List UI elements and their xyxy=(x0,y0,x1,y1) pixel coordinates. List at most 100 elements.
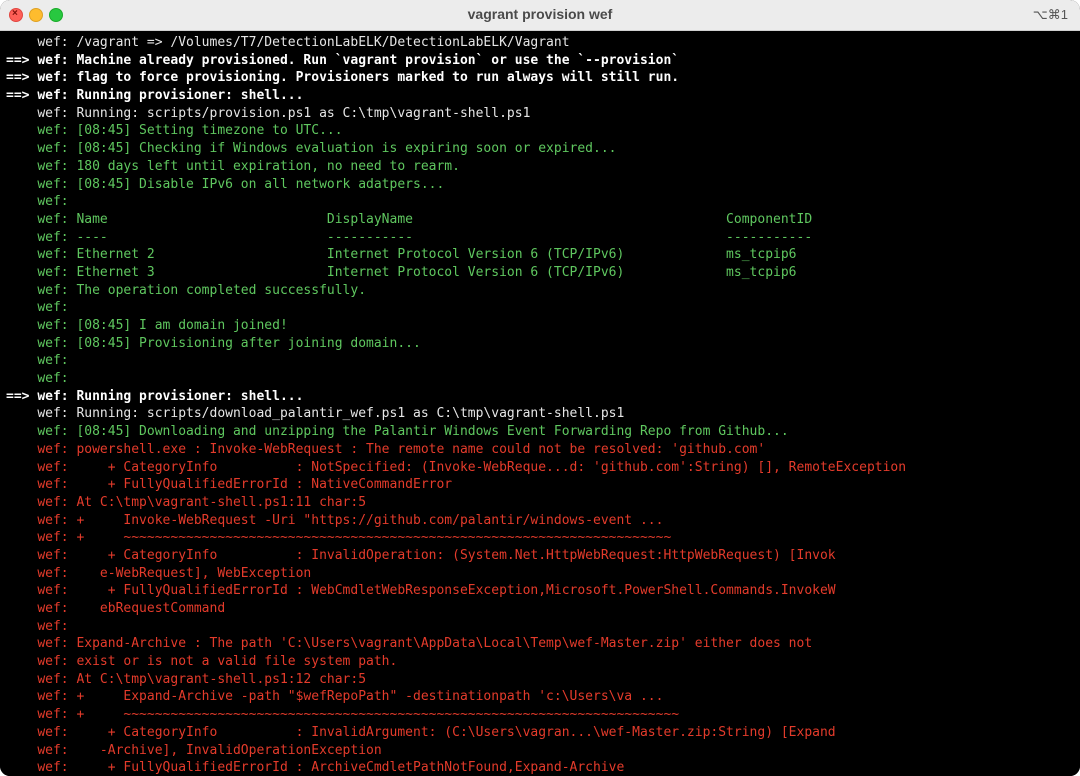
terminal-line: wef: ebRequestCommand xyxy=(6,600,1080,618)
line-text: wef: e-WebRequest], WebException xyxy=(37,565,312,581)
line-prefix xyxy=(6,513,37,528)
line-text: wef: Ethernet 3 Internet Protocol Versio… xyxy=(37,264,797,280)
terminal-line: wef: xyxy=(6,299,1080,317)
line-prefix xyxy=(6,743,37,758)
line-text: wef: /vagrant => /Volumes/T7/DetectionLa… xyxy=(37,35,570,50)
line-text: wef: ---- ----------- ----------- xyxy=(37,229,813,245)
terminal-line: ==> wef: Machine already provisioned. Ru… xyxy=(6,52,1080,70)
title-bar[interactable]: × vagrant provision wef ⌥⌘1 xyxy=(0,0,1080,31)
terminal-line: wef: exist or is not a valid file system… xyxy=(6,653,1080,671)
terminal-line: wef: powershell.exe : Invoke-WebRequest … xyxy=(6,441,1080,459)
line-text: wef: + FullyQualifiedErrorId : ArchiveCm… xyxy=(37,760,625,776)
terminal-line: wef: + FullyQualifiedErrorId : ArchiveCm… xyxy=(6,759,1080,776)
line-prefix xyxy=(6,583,37,598)
terminal-line: wef: Ethernet 3 Internet Protocol Versio… xyxy=(6,264,1080,282)
terminal-output[interactable]: wef: /vagrant => /Volumes/T7/DetectionLa… xyxy=(0,31,1080,776)
line-text: wef: Running: scripts/provision.ps1 as C… xyxy=(37,105,531,121)
line-prefix xyxy=(6,636,37,651)
terminal-line: wef: + CategoryInfo : InvalidArgument: (… xyxy=(6,724,1080,742)
line-text: wef: xyxy=(37,194,69,210)
line-prefix xyxy=(6,654,37,669)
terminal-line: wef: Running: scripts/provision.ps1 as C… xyxy=(6,105,1080,123)
line-text: wef: + CategoryInfo : InvalidArgument: (… xyxy=(37,724,836,740)
line-text: wef: exist or is not a valid file system… xyxy=(37,654,398,670)
line-prefix xyxy=(6,177,37,192)
terminal-line: wef: + CategoryInfo : InvalidOperation: … xyxy=(6,547,1080,565)
terminal-line: wef: + Expand-Archive -path "$wefRepoPat… xyxy=(6,688,1080,706)
terminal-line: wef: + CategoryInfo : NotSpecified: (Inv… xyxy=(6,459,1080,477)
line-text: wef: Running: scripts/download_palantir_… xyxy=(37,406,625,422)
line-prefix xyxy=(6,477,37,492)
line-prefix xyxy=(6,672,37,687)
terminal-line: wef: [08:45] Checking if Windows evaluat… xyxy=(6,140,1080,158)
terminal-line: wef: -Archive], InvalidOperationExceptio… xyxy=(6,742,1080,760)
terminal-window: × vagrant provision wef ⌥⌘1 wef: /vagran… xyxy=(0,0,1080,776)
terminal-line: wef: Name DisplayName ComponentID xyxy=(6,211,1080,229)
line-text: wef: xyxy=(37,371,69,387)
line-prefix xyxy=(6,548,37,563)
terminal-line: wef: 180 days left until expiration, no … xyxy=(6,158,1080,176)
line-prefix xyxy=(6,318,37,333)
terminal-line: wef: xyxy=(6,618,1080,636)
line-prefix xyxy=(6,707,37,722)
line-text: wef: xyxy=(37,618,69,634)
line-text: wef: + ~~~~~~~~~~~~~~~~~~~~~~~~~~~~~~~~~… xyxy=(37,530,672,546)
line-prefix xyxy=(6,495,37,510)
line-prefix xyxy=(6,194,37,209)
line-text: wef: + CategoryInfo : NotSpecified: (Inv… xyxy=(37,459,907,475)
line-prefix xyxy=(6,371,37,386)
terminal-line: wef: + ~~~~~~~~~~~~~~~~~~~~~~~~~~~~~~~~~… xyxy=(6,529,1080,547)
line-prefix: ==> xyxy=(6,388,38,404)
line-text: wef: [08:45] I am domain joined! xyxy=(37,318,288,333)
line-prefix: ==> xyxy=(6,70,38,86)
terminal-line: wef: + ~~~~~~~~~~~~~~~~~~~~~~~~~~~~~~~~~… xyxy=(6,706,1080,724)
line-text: wef: Running provisioner: shell... xyxy=(37,388,304,404)
terminal-line: wef: e-WebRequest], WebException xyxy=(6,565,1080,583)
line-prefix xyxy=(6,300,37,315)
line-prefix xyxy=(6,460,37,475)
line-prefix xyxy=(6,212,37,227)
line-text: wef: + Expand-Archive -path "$wefRepoPat… xyxy=(37,689,664,705)
line-prefix xyxy=(6,247,37,262)
terminal-line: ==> wef: Running provisioner: shell... xyxy=(6,388,1080,406)
line-text: wef: ebRequestCommand xyxy=(37,601,226,616)
line-prefix xyxy=(6,566,37,581)
line-prefix xyxy=(6,336,37,351)
line-text: wef: + FullyQualifiedErrorId : WebCmdlet… xyxy=(37,583,836,599)
line-text: wef: [08:45] Provisioning after joining … xyxy=(37,335,421,351)
line-text: wef: [08:45] Checking if Windows evaluat… xyxy=(37,141,617,157)
line-prefix xyxy=(6,689,37,704)
line-prefix xyxy=(6,159,37,174)
line-text: wef: powershell.exe : Invoke-WebRequest … xyxy=(37,441,766,457)
line-prefix xyxy=(6,424,37,439)
line-prefix: ==> xyxy=(6,52,38,68)
terminal-line: wef: [08:45] I am domain joined! xyxy=(6,317,1080,335)
line-text: wef: Running provisioner: shell... xyxy=(37,88,304,104)
line-prefix xyxy=(6,35,37,50)
line-text: wef: The operation completed successfull… xyxy=(37,282,367,298)
terminal-line: wef: /vagrant => /Volumes/T7/DetectionLa… xyxy=(6,34,1080,52)
terminal-line: wef: xyxy=(6,352,1080,370)
terminal-line: wef: xyxy=(6,370,1080,388)
line-prefix xyxy=(6,283,37,298)
line-text: wef: Name DisplayName ComponentID xyxy=(37,211,813,227)
line-text: wef: + ~~~~~~~~~~~~~~~~~~~~~~~~~~~~~~~~~… xyxy=(37,707,680,723)
line-text: wef: flag to force provisioning. Provisi… xyxy=(37,70,680,86)
terminal-line: wef: [08:45] Disable IPv6 on all network… xyxy=(6,176,1080,194)
terminal-line: wef: + FullyQualifiedErrorId : WebCmdlet… xyxy=(6,582,1080,600)
line-text: wef: xyxy=(37,300,69,316)
terminal-line: wef: The operation completed successfull… xyxy=(6,282,1080,300)
window-shortcut-label: ⌥⌘1 xyxy=(1032,7,1068,22)
line-prefix xyxy=(6,760,37,775)
line-text: wef: Expand-Archive : The path 'C:\Users… xyxy=(37,636,813,652)
line-prefix xyxy=(6,123,37,138)
line-prefix xyxy=(6,619,37,634)
line-prefix xyxy=(6,141,37,156)
line-prefix xyxy=(6,265,37,280)
line-prefix: ==> xyxy=(6,88,38,104)
terminal-line: wef: + Invoke-WebRequest -Uri "https://g… xyxy=(6,512,1080,530)
line-text: wef: + FullyQualifiedErrorId : NativeCom… xyxy=(37,477,453,493)
line-text: wef: Ethernet 2 Internet Protocol Versio… xyxy=(37,247,797,263)
terminal-lines: wef: /vagrant => /Volumes/T7/DetectionLa… xyxy=(6,34,1080,776)
terminal-line: wef: [08:45] Provisioning after joining … xyxy=(6,335,1080,353)
